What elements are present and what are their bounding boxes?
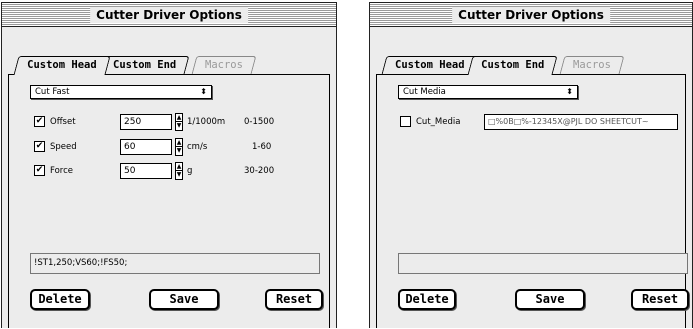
speed-row: ✔ Speed 60 ▲ ▼ cm/s 1-60 — [34, 138, 334, 156]
offset-label: Offset — [50, 117, 76, 127]
preset-popup-value: Cut Media — [403, 87, 446, 97]
preset-popup-value: Cut Fast — [35, 87, 70, 97]
tab-custom-end[interactable]: Custom End — [99, 56, 190, 74]
speed-label: Speed — [50, 142, 77, 152]
tab-macros[interactable]: Macros — [559, 56, 625, 74]
tab-custom-end[interactable]: Custom End — [467, 56, 558, 75]
offset-stepper[interactable]: ▲ ▼ — [175, 113, 183, 131]
offset-range: 0-1500 — [244, 117, 275, 127]
cut-media-field[interactable]: □%0B□%-12345X@PJL DO SHEETCUT~ — [484, 114, 678, 130]
offset-field[interactable]: 250 — [120, 114, 172, 130]
preset-popup[interactable]: Cut Media ⬍ — [398, 85, 578, 99]
stepper-up-icon[interactable]: ▲ — [176, 163, 182, 171]
window-title: Cutter Driver Options — [90, 7, 248, 23]
force-stepper[interactable]: ▲ ▼ — [175, 162, 183, 180]
force-label: Force — [50, 166, 73, 176]
reset-button[interactable]: Reset — [631, 289, 689, 310]
tab-custom-end-label: Custom End — [481, 59, 545, 71]
stepper-down-icon[interactable]: ▼ — [176, 122, 182, 130]
offset-checkbox[interactable]: ✔ — [34, 116, 45, 127]
force-range: 30-200 — [244, 166, 275, 176]
popup-arrows-icon: ⬍ — [200, 87, 207, 96]
tab-macros-label: Macros — [205, 59, 243, 71]
stepper-down-icon[interactable]: ▼ — [176, 171, 182, 179]
window-title: Cutter Driver Options — [452, 7, 610, 23]
delete-button[interactable]: Delete — [30, 289, 90, 310]
delete-button[interactable]: Delete — [398, 289, 456, 310]
speed-unit: cm/s — [187, 142, 208, 152]
tab-custom-head-label: Custom Head — [27, 59, 97, 71]
cut-media-checkbox[interactable] — [400, 116, 411, 127]
preset-popup[interactable]: Cut Fast ⬍ — [30, 85, 212, 99]
speed-stepper[interactable]: ▲ ▼ — [175, 138, 183, 156]
reset-button[interactable]: Reset — [265, 289, 323, 310]
tab-macros[interactable]: Macros — [191, 56, 257, 74]
speed-field[interactable]: 60 — [120, 139, 172, 155]
tab-macros-label: Macros — [573, 59, 611, 71]
tab-custom-end-label: Custom End — [113, 59, 177, 71]
cutter-options-window-end: Cutter Driver Options Macros Custom Head… — [369, 2, 693, 328]
title-bar[interactable]: Cutter Driver Options — [2, 3, 336, 27]
save-button[interactable]: Save — [515, 289, 585, 310]
force-row: ✔ Force 50 ▲ ▼ g 30-200 — [34, 162, 334, 180]
offset-unit: 1/1000m — [187, 117, 226, 127]
command-string-field[interactable]: !ST1,250;VS60;!FS50; — [30, 253, 320, 274]
cut-media-label: Cut_Media — [416, 117, 461, 127]
popup-arrows-icon: ⬍ — [566, 87, 573, 96]
force-unit: g — [187, 166, 193, 176]
offset-row: ✔ Offset 250 ▲ ▼ 1/1000m 0-1500 — [34, 113, 334, 131]
command-string-field[interactable] — [398, 253, 688, 274]
tab-custom-head[interactable]: Custom Head — [13, 56, 111, 75]
save-button[interactable]: Save — [149, 289, 219, 310]
stepper-up-icon[interactable]: ▲ — [176, 139, 182, 147]
stepper-up-icon[interactable]: ▲ — [176, 114, 182, 122]
force-field[interactable]: 50 — [120, 163, 172, 179]
speed-range: 1-60 — [252, 142, 272, 152]
stepper-down-icon[interactable]: ▼ — [176, 147, 182, 155]
cut-media-row: Cut_Media □%0B□%-12345X@PJL DO SHEETCUT~ — [400, 114, 690, 130]
speed-checkbox[interactable]: ✔ — [34, 141, 45, 152]
title-bar[interactable]: Cutter Driver Options — [370, 3, 692, 27]
tab-custom-head-label: Custom Head — [395, 59, 465, 71]
cutter-options-window-head: Cutter Driver Options Macros Custom End … — [1, 2, 337, 328]
tab-custom-head[interactable]: Custom Head — [381, 56, 478, 74]
force-checkbox[interactable]: ✔ — [34, 165, 45, 176]
